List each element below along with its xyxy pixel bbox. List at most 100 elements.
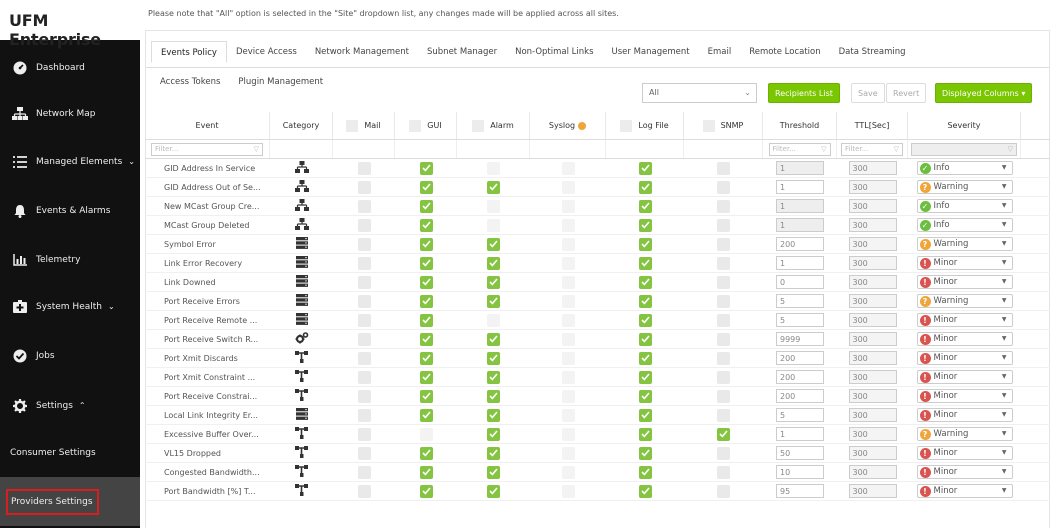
mail-checkbox[interactable] bbox=[357, 484, 371, 498]
ttl-input[interactable]: 300 bbox=[848, 218, 897, 232]
logfile-checkbox[interactable] bbox=[638, 275, 652, 289]
severity-select[interactable]: ! Minor ▼ bbox=[916, 351, 1013, 365]
logfile-checkbox[interactable] bbox=[638, 237, 652, 251]
gui-checkbox[interactable] bbox=[419, 465, 433, 479]
gui-checkbox[interactable] bbox=[419, 484, 433, 498]
tab-plugin-management[interactable]: Plugin Management bbox=[229, 71, 332, 93]
alarm-checkbox[interactable] bbox=[487, 256, 500, 270]
logfile-checkbox[interactable] bbox=[638, 408, 652, 422]
alarm-checkbox[interactable] bbox=[487, 370, 500, 384]
threshold-input[interactable]: 5 bbox=[776, 408, 824, 422]
snmp-checkbox[interactable] bbox=[717, 351, 730, 365]
snmp-checkbox[interactable] bbox=[717, 408, 730, 422]
alarm-checkbox[interactable] bbox=[487, 351, 500, 365]
sidebar-item-system-health[interactable]: System Health ⌄ bbox=[0, 282, 140, 331]
snmp-checkbox[interactable] bbox=[717, 465, 730, 479]
severity-select[interactable]: ! Minor ▼ bbox=[916, 370, 1013, 384]
sidebar-item-events-alarms[interactable]: Events & Alarms bbox=[0, 186, 140, 235]
severity-select[interactable]: ? Warning ▼ bbox=[916, 294, 1013, 308]
mail-checkbox[interactable] bbox=[357, 446, 371, 460]
severity-select[interactable]: ! Minor ▼ bbox=[916, 446, 1013, 460]
filter-icon[interactable]: ▽ bbox=[821, 145, 826, 153]
threshold-input[interactable]: 0 bbox=[776, 275, 824, 289]
mail-checkbox[interactable] bbox=[357, 237, 371, 251]
sidebar-item-telemetry[interactable]: Telemetry bbox=[0, 235, 140, 284]
gui-checkbox[interactable] bbox=[419, 275, 433, 289]
severity-select[interactable]: ? Warning ▼ bbox=[916, 427, 1013, 441]
sidebar-item-consumer-settings[interactable]: Consumer Settings bbox=[0, 428, 140, 477]
info-icon[interactable] bbox=[578, 121, 587, 130]
ttl-input[interactable]: 300 bbox=[848, 275, 897, 289]
sidebar-item-jobs[interactable]: Jobs bbox=[0, 331, 140, 380]
threshold-input[interactable]: 95 bbox=[776, 484, 824, 498]
header-category[interactable]: Category bbox=[270, 112, 333, 139]
gui-checkbox[interactable] bbox=[419, 351, 433, 365]
gui-checkbox[interactable] bbox=[419, 256, 433, 270]
mail-checkbox[interactable] bbox=[357, 275, 371, 289]
gui-checkbox[interactable] bbox=[419, 370, 433, 384]
severity-select[interactable]: ! Minor ▼ bbox=[916, 484, 1013, 498]
severity-select[interactable]: ! Minor ▼ bbox=[916, 389, 1013, 403]
ttl-input[interactable]: 300 bbox=[848, 313, 897, 327]
mail-checkbox[interactable] bbox=[357, 370, 371, 384]
header-alarm[interactable]: Alarm bbox=[457, 112, 530, 139]
filter-icon[interactable]: ▽ bbox=[254, 145, 259, 153]
mail-checkbox[interactable] bbox=[357, 408, 371, 422]
threshold-input[interactable]: 200 bbox=[776, 237, 824, 251]
snmp-checkbox[interactable] bbox=[717, 427, 730, 441]
tab-device-access[interactable]: Device Access bbox=[227, 41, 306, 63]
site-dropdown[interactable]: All ⌄ bbox=[642, 83, 757, 103]
header-mail[interactable]: Mail bbox=[333, 112, 395, 139]
snmp-checkbox[interactable] bbox=[717, 199, 730, 213]
header-gui[interactable]: GUI bbox=[395, 112, 457, 139]
tab-subnet-manager[interactable]: Subnet Manager bbox=[418, 41, 506, 63]
ttl-input[interactable]: 300 bbox=[848, 465, 897, 479]
mail-checkbox[interactable] bbox=[357, 427, 371, 441]
threshold-input[interactable]: 1 bbox=[776, 180, 824, 194]
logfile-checkbox[interactable] bbox=[638, 370, 652, 384]
select-all-alarm-checkbox[interactable] bbox=[472, 119, 485, 132]
snmp-checkbox[interactable] bbox=[717, 332, 730, 346]
threshold-input[interactable]: 50 bbox=[776, 446, 824, 460]
ttl-filter-input[interactable]: Filter... ▽ bbox=[841, 142, 903, 156]
header-syslog[interactable]: Syslog bbox=[530, 112, 606, 139]
select-all-snmp-checkbox[interactable] bbox=[702, 119, 715, 132]
logfile-checkbox[interactable] bbox=[638, 389, 652, 403]
threshold-filter-input[interactable]: Filter... ▽ bbox=[768, 142, 831, 156]
tab-network-management[interactable]: Network Management bbox=[306, 41, 418, 63]
ttl-input[interactable]: 300 bbox=[848, 294, 897, 308]
gui-checkbox[interactable] bbox=[419, 408, 433, 422]
ttl-input[interactable]: 300 bbox=[848, 256, 897, 270]
severity-select[interactable]: ✓ Info ▼ bbox=[916, 199, 1013, 213]
filter-icon[interactable]: ▽ bbox=[1008, 145, 1013, 153]
snmp-checkbox[interactable] bbox=[717, 180, 730, 194]
sidebar-item-managed-elements[interactable]: Managed Elements ⌄ bbox=[0, 137, 140, 186]
gui-checkbox[interactable] bbox=[419, 313, 433, 327]
alarm-checkbox[interactable] bbox=[487, 446, 500, 460]
header-ttl[interactable]: TTL[Sec] bbox=[837, 112, 908, 139]
alarm-checkbox[interactable] bbox=[487, 275, 500, 289]
snmp-checkbox[interactable] bbox=[717, 370, 730, 384]
logfile-checkbox[interactable] bbox=[638, 427, 652, 441]
alarm-checkbox[interactable] bbox=[487, 465, 500, 479]
ttl-input[interactable]: 300 bbox=[848, 351, 897, 365]
threshold-input[interactable]: 10 bbox=[776, 465, 824, 479]
threshold-input[interactable]: 200 bbox=[776, 351, 824, 365]
gui-checkbox[interactable] bbox=[419, 446, 433, 460]
mail-checkbox[interactable] bbox=[357, 465, 371, 479]
logfile-checkbox[interactable] bbox=[638, 351, 652, 365]
snmp-checkbox[interactable] bbox=[717, 294, 730, 308]
mail-checkbox[interactable] bbox=[357, 351, 371, 365]
ttl-input[interactable]: 300 bbox=[848, 446, 897, 460]
severity-select[interactable]: ! Minor ▼ bbox=[916, 332, 1013, 346]
mail-checkbox[interactable] bbox=[357, 256, 371, 270]
displayed-columns-button[interactable]: Displayed Columns ▾ bbox=[935, 83, 1033, 103]
tab-access-tokens[interactable]: Access Tokens bbox=[151, 71, 229, 93]
logfile-checkbox[interactable] bbox=[638, 180, 652, 194]
tab-user-management[interactable]: User Management bbox=[603, 41, 699, 63]
snmp-checkbox[interactable] bbox=[717, 446, 730, 460]
snmp-checkbox[interactable] bbox=[717, 275, 730, 289]
threshold-input[interactable]: 1 bbox=[776, 427, 824, 441]
snmp-checkbox[interactable] bbox=[717, 237, 730, 251]
gui-checkbox[interactable] bbox=[419, 161, 433, 175]
